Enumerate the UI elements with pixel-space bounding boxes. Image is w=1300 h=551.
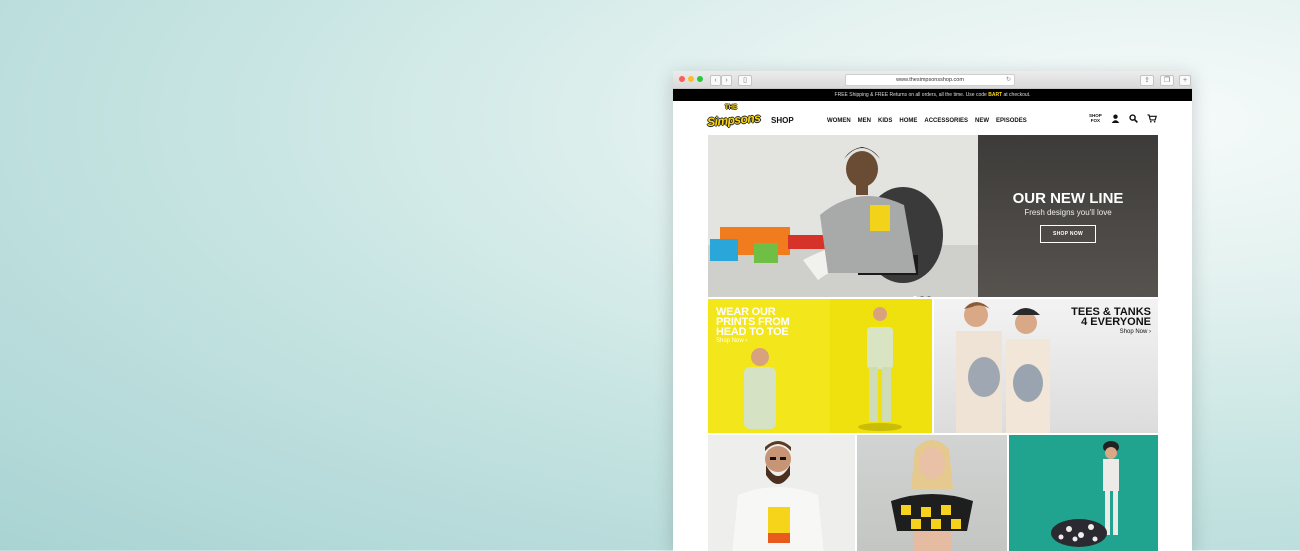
crop-top-photo xyxy=(891,440,973,551)
address-bar[interactable]: www.thesimpsonsshop.com ↻ xyxy=(845,74,1015,86)
hero-banner[interactable]: OUR NEW LINE Fresh designs you'll love S… xyxy=(708,135,1158,297)
hero-text-panel: OUR NEW LINE Fresh designs you'll love S… xyxy=(978,135,1158,297)
tabs-icon[interactable]: ❐ xyxy=(1160,75,1174,86)
nav-kids[interactable]: KIDS xyxy=(878,118,892,124)
product-tile-duffel-bag[interactable] xyxy=(1009,435,1158,551)
hero-subtitle: Fresh designs you'll love xyxy=(1024,208,1112,217)
product-tile-bart-tee[interactable] xyxy=(708,435,855,551)
main-nav: WOMEN MEN KIDS HOME ACCESSORIES NEW EPIS… xyxy=(827,118,1027,124)
tees-line2: 4 EVERYONE xyxy=(1081,316,1151,328)
nav-women[interactable]: WOMEN xyxy=(827,118,851,124)
promo-text-start: FREE Shipping & FREE Returns on all orde… xyxy=(834,92,989,98)
bart-tee-photo xyxy=(732,441,824,551)
promo-bar: FREE Shipping & FREE Returns on all orde… xyxy=(673,89,1192,101)
carousel-dot[interactable] xyxy=(913,296,917,297)
prints-tile[interactable]: WEAR OUR PRINTS FROM HEAD TO TOE Shop No… xyxy=(708,299,932,433)
hero-photo xyxy=(708,135,978,297)
browser-titlebar: ‹ › ▯ www.thesimpsonsshop.com ↻ ⇪ ❐ + xyxy=(673,71,1192,89)
shop-fox-link[interactable]: SHOP FOX xyxy=(1089,113,1102,123)
promo-code: BART xyxy=(988,92,1003,98)
promo-text-end: at checkout. xyxy=(1002,92,1031,98)
nav-episodes[interactable]: EPISODES xyxy=(996,118,1027,124)
new-tab-icon[interactable]: + xyxy=(1179,75,1191,86)
nav-home[interactable]: HOME xyxy=(899,118,917,124)
tees-headline: TEES & TANKS 4 EVERYONE xyxy=(1071,307,1151,328)
back-arrow-icon[interactable]: ‹ xyxy=(710,75,721,86)
cart-icon[interactable] xyxy=(1147,114,1157,123)
search-icon[interactable] xyxy=(1129,114,1138,123)
prints-line3: HEAD TO TOE xyxy=(716,326,789,338)
prints-shop-link[interactable]: Shop Now › xyxy=(716,338,747,344)
browser-window: ‹ › ▯ www.thesimpsonsshop.com ↻ ⇪ ❐ + FR… xyxy=(673,71,1192,551)
logo-shop: SHOP xyxy=(771,116,794,125)
nav-men[interactable]: MEN xyxy=(858,118,871,124)
hero-title: OUR NEW LINE xyxy=(1012,190,1124,207)
nav-new[interactable]: NEW xyxy=(975,118,989,124)
zoom-window-button[interactable] xyxy=(697,76,703,82)
user-icon[interactable] xyxy=(1111,114,1120,123)
forward-arrow-icon[interactable]: › xyxy=(721,75,732,86)
duffel-bag-photo xyxy=(1051,441,1119,547)
reload-icon[interactable]: ↻ xyxy=(1006,75,1011,85)
shop-fox-line2: FOX xyxy=(1090,118,1101,123)
nav-accessories[interactable]: ACCESSORIES xyxy=(924,118,968,124)
carousel-dots xyxy=(913,287,934,297)
hero-photo-illustration xyxy=(708,135,978,297)
product-tile-crop-top[interactable] xyxy=(857,435,1007,551)
url-text: www.thesimpsonsshop.com xyxy=(896,77,964,83)
shop-now-button[interactable]: SHOP NOW xyxy=(1039,225,1097,243)
carousel-dot[interactable] xyxy=(920,296,924,297)
carousel-dot[interactable] xyxy=(927,296,931,297)
logo-the: THE xyxy=(725,105,737,111)
logo-simpsons: Simpsons xyxy=(706,110,761,130)
tees-shop-link[interactable]: Shop Now › xyxy=(1120,329,1151,335)
sidebar-icon[interactable]: ▯ xyxy=(738,75,752,86)
share-icon[interactable]: ⇪ xyxy=(1140,75,1154,86)
close-window-button[interactable] xyxy=(679,76,685,82)
prints-headline: WEAR OUR PRINTS FROM HEAD TO TOE xyxy=(716,307,790,338)
minimize-window-button[interactable] xyxy=(688,76,694,82)
tees-tile[interactable]: TEES & TANKS 4 EVERYONE Shop Now › xyxy=(934,299,1158,433)
site-header: THE Simpsons SHOP WOMEN MEN KIDS HOME AC… xyxy=(673,101,1192,135)
